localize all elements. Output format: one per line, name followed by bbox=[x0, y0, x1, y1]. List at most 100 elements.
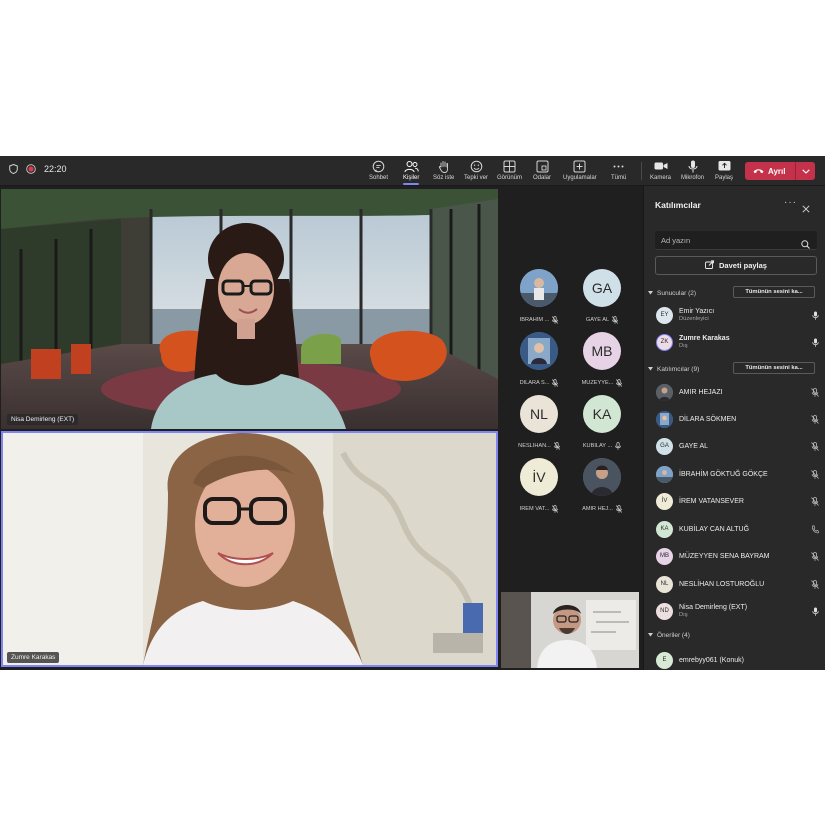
avatar: KA bbox=[583, 395, 621, 433]
participant-tile[interactable]: GA GAYE AL bbox=[572, 269, 632, 329]
raise-hand-label: Söz iste bbox=[433, 175, 455, 181]
self-view-video[interactable] bbox=[501, 592, 639, 668]
microphone-off-icon bbox=[810, 414, 820, 424]
share-button[interactable]: Paylaş bbox=[715, 159, 733, 181]
microphone-off-icon bbox=[810, 469, 820, 479]
microphone-off-icon bbox=[810, 387, 820, 397]
attendees-section-toggle[interactable]: Katılımcılar (9) bbox=[648, 366, 699, 373]
caret-down-icon bbox=[648, 632, 653, 639]
chat-label: Sohbet bbox=[369, 175, 389, 181]
participant-row[interactable]: AMIR HEJAZI bbox=[656, 381, 820, 403]
participant-name: İREM VAT... bbox=[519, 506, 550, 512]
participant-tile[interactable]: NL NESLİHAN... bbox=[509, 395, 569, 455]
avatar: MB bbox=[583, 332, 621, 370]
participant-tile[interactable]: DİLARA S... bbox=[509, 332, 569, 392]
people-icon bbox=[404, 159, 419, 173]
camera-icon bbox=[654, 159, 668, 173]
microphone-off-icon bbox=[615, 500, 622, 518]
participant-row[interactable]: ZK Zumre Karakas Dış bbox=[656, 331, 820, 353]
close-icon[interactable] bbox=[802, 200, 810, 218]
participant-row[interactable]: KA KUBİLAY CAN ALTUĞ bbox=[656, 518, 820, 540]
avatar-initials: NL bbox=[530, 406, 548, 422]
camera-button[interactable]: Kamera bbox=[650, 159, 671, 181]
video-feed-main bbox=[1, 189, 498, 429]
participant-row[interactable]: NL NESLİHAN LOSTUROĞLU bbox=[656, 573, 820, 595]
participant-search-input[interactable] bbox=[655, 231, 817, 250]
participant-row[interactable]: MB MÜZEYYEN SENA BAYRAM bbox=[656, 545, 820, 567]
microphone-off-icon bbox=[553, 437, 560, 455]
more-button[interactable]: Tümü bbox=[611, 159, 626, 181]
presenters-section-toggle[interactable]: Sunucular (2) bbox=[648, 290, 696, 297]
avatar bbox=[520, 269, 558, 307]
view-icon bbox=[503, 159, 516, 173]
share-invite-button[interactable]: Daveti paylaş bbox=[655, 256, 817, 275]
caret-down-icon bbox=[648, 290, 653, 297]
avatar-initials: EY bbox=[660, 312, 669, 318]
participant-row[interactable]: ND Nisa Demirleng (EXT) Dış bbox=[656, 600, 820, 622]
rooms-button[interactable]: Odalar bbox=[533, 159, 551, 181]
leave-button[interactable]: Ayrıl bbox=[745, 162, 815, 180]
shield-icon bbox=[9, 164, 18, 174]
participant-row[interactable]: E emrebyy061 (Konuk) bbox=[656, 649, 820, 670]
microphone-icon bbox=[810, 338, 820, 347]
share-invite-icon bbox=[705, 260, 714, 271]
participant-tile[interactable]: AMIR HEJ... bbox=[572, 458, 632, 518]
avatar: İV bbox=[520, 458, 558, 496]
participant-name: İBRAHİM ... bbox=[519, 317, 550, 323]
participant-tile[interactable]: İBRAHİM ... bbox=[509, 269, 569, 329]
participant-row[interactable]: EY Emir Yazıcı Düzenleyici bbox=[656, 304, 820, 326]
avatar-initials: GA bbox=[660, 443, 669, 449]
participant-role: Dış bbox=[679, 343, 688, 349]
avatar-initials: ND bbox=[660, 608, 669, 614]
search-icon bbox=[801, 236, 810, 254]
suggestions-section-toggle[interactable]: Öneriler (4) bbox=[648, 632, 690, 639]
participant-name: İBRAHİM GÖKTUĞ GÖKÇE bbox=[679, 470, 768, 478]
mute-all-attendees-button[interactable]: Tümünün sesini ka... bbox=[733, 362, 815, 374]
chat-icon bbox=[372, 159, 385, 173]
microphone-button[interactable]: Mikrofon bbox=[681, 159, 704, 181]
participant-tile[interactable]: MB MÜZEYYE... bbox=[572, 332, 632, 392]
participant-row[interactable]: İBRAHİM GÖKTUĞ GÖKÇE bbox=[656, 463, 820, 485]
participant-tile[interactable]: İV İREM VAT... bbox=[509, 458, 569, 518]
participant-name: İREM VATANSEVER bbox=[679, 497, 744, 505]
participant-name: NESLİHAN LOSTUROĞLU bbox=[679, 580, 765, 588]
participant-name: MÜZEYYEN SENA BAYRAM bbox=[679, 552, 770, 560]
react-button[interactable]: Tepki ver bbox=[464, 159, 488, 181]
mute-all-presenters-button[interactable]: Tümünün sesini ka... bbox=[733, 286, 815, 298]
raise-hand-button[interactable]: Söz iste bbox=[433, 159, 454, 181]
meeting-toolbar: 22:20 Sohbet Kişiler Söz iste Tepki ver … bbox=[0, 156, 825, 186]
participant-row[interactable]: GA GAYE AL bbox=[656, 435, 820, 457]
avatar-initials: KA bbox=[660, 526, 669, 532]
share-icon bbox=[718, 159, 731, 173]
video-tile-main[interactable]: Nisa Demirleng (EXT) bbox=[1, 189, 498, 429]
apps-button[interactable]: Uygulamalar bbox=[563, 159, 597, 181]
chat-button[interactable]: Sohbet bbox=[369, 159, 388, 181]
microphone-off-icon bbox=[552, 374, 559, 392]
microphone-off-icon bbox=[552, 311, 559, 329]
avatar: KA bbox=[656, 520, 673, 538]
participant-row[interactable]: DİLARA SÖKMEN bbox=[656, 408, 820, 430]
participant-name: DİLARA SÖKMEN bbox=[679, 415, 737, 423]
participant-name: emrebyy061 (Konuk) bbox=[679, 656, 744, 664]
participant-name: Nisa Demirleng (EXT) bbox=[679, 604, 748, 611]
avatar-initials: NL bbox=[660, 581, 669, 587]
microphone-off-icon bbox=[810, 551, 820, 561]
participant-role: Dış bbox=[679, 612, 688, 618]
caret-down-icon bbox=[648, 366, 653, 373]
people-button[interactable]: Kişiler bbox=[403, 159, 420, 185]
microphone-icon bbox=[810, 607, 820, 616]
panel-title: Katılımcılar bbox=[655, 200, 701, 210]
raise-hand-icon bbox=[438, 159, 450, 173]
avatar: ND bbox=[656, 602, 673, 620]
participant-name: NESLİHAN... bbox=[518, 443, 551, 449]
avatar: GA bbox=[656, 437, 673, 455]
participant-tile[interactable]: KA KUBİLAY ... bbox=[572, 395, 632, 455]
attendees-header: Katılımcılar (9) bbox=[657, 366, 700, 373]
view-button[interactable]: Görünüm bbox=[497, 159, 522, 181]
chevron-down-icon[interactable] bbox=[796, 168, 815, 174]
more-options-icon[interactable]: ··· bbox=[784, 197, 797, 208]
avatar: NL bbox=[520, 395, 558, 433]
video-tile-active-speaker[interactable]: Zumre Karakas bbox=[1, 431, 498, 667]
participant-row[interactable]: İV İREM VATANSEVER bbox=[656, 490, 820, 512]
share-invite-label: Daveti paylaş bbox=[719, 261, 767, 270]
